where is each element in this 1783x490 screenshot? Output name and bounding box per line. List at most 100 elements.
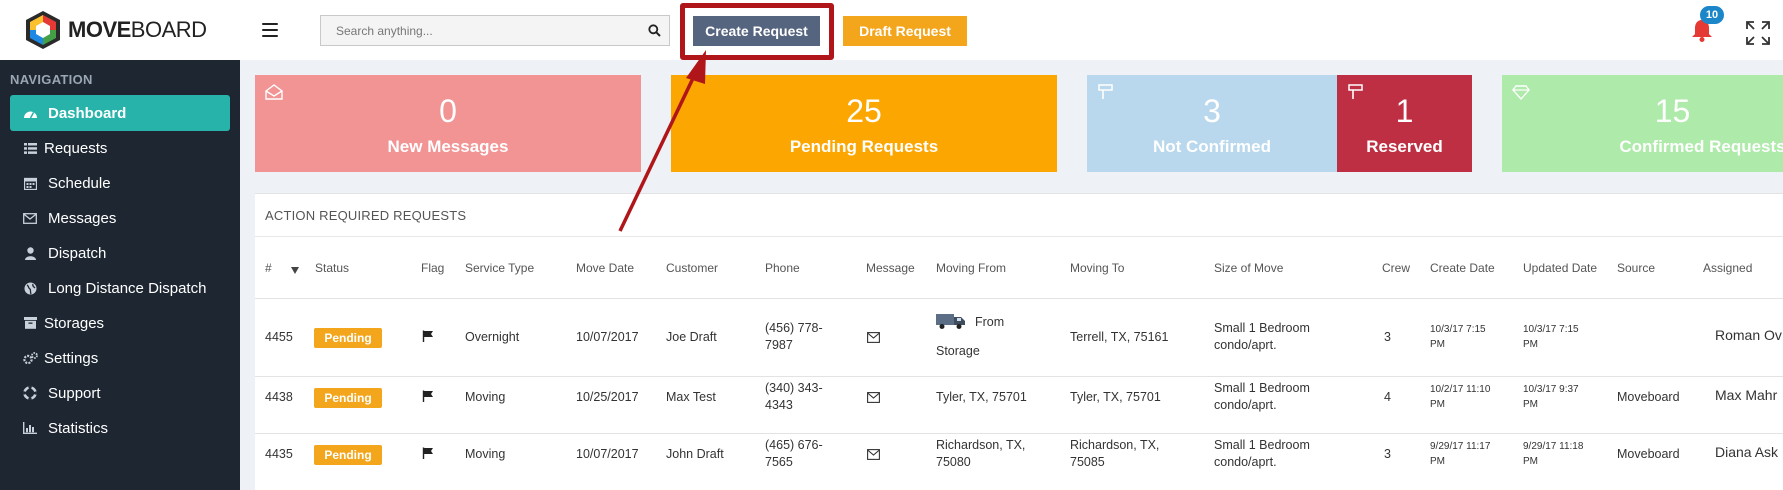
column-header-service-type[interactable]: Service Type <box>465 261 534 275</box>
tile-value: 3 <box>1203 93 1221 129</box>
envelope-icon[interactable] <box>867 392 880 403</box>
request-number[interactable]: 4435 <box>265 446 293 463</box>
column-header-flag[interactable]: Flag <box>421 261 444 275</box>
dashboard-icon <box>22 105 38 121</box>
column-header-number[interactable]: # <box>265 261 272 275</box>
panel-title: ACTION REQUIRED REQUESTS <box>265 208 467 223</box>
calendar-icon <box>22 175 38 191</box>
menu-toggle-icon[interactable] <box>262 23 278 37</box>
moving-to: Tyler, TX, 75701 <box>1070 390 1161 404</box>
updated-date: 10/3/17 9:37 PM <box>1523 384 1579 410</box>
truck-icon <box>936 314 965 329</box>
tile-label: New Messages <box>387 137 509 156</box>
sidebar-item-label: Support <box>48 384 101 402</box>
create-date: 9/29/17 11:17 PM <box>1430 441 1491 467</box>
draft-request-button[interactable]: Draft Request <box>843 16 967 46</box>
column-header-message[interactable]: Message <box>866 261 915 275</box>
bar-chart-icon <box>22 420 38 436</box>
tile-label: Confirmed Requests <box>1619 137 1783 156</box>
sidebar-item-settings[interactable]: Settings <box>10 340 230 376</box>
service-type: Moving <box>465 390 506 404</box>
column-header-phone[interactable]: Phone <box>765 261 800 275</box>
column-header-move-date[interactable]: Move Date <box>576 261 634 275</box>
top-bar: MOVEBOARD Create Request Draft Request 1… <box>0 0 1783 60</box>
sidebar-item-long-distance-dispatch[interactable]: Long Distance Dispatch <box>10 270 230 306</box>
sidebar-item-label: Dashboard <box>48 104 127 122</box>
column-header-customer[interactable]: Customer <box>666 261 718 275</box>
gears-icon <box>22 350 38 366</box>
sidebar-item-label: Requests <box>44 139 108 157</box>
crew-count: 3 <box>1384 330 1391 344</box>
column-header-moving-from[interactable]: Moving From <box>936 261 1006 275</box>
phone-number: (465) 676- 7565 <box>765 438 823 469</box>
column-header-crew[interactable]: Crew <box>1382 261 1410 275</box>
tile-label: Pending Requests <box>789 137 939 156</box>
status-badge: Pending <box>314 388 382 408</box>
envelope-icon[interactable] <box>867 449 880 460</box>
fullscreen-icon[interactable] <box>1745 20 1771 46</box>
sidebar-item-requests[interactable]: Requests <box>10 130 230 166</box>
sidebar-item-schedule[interactable]: Schedule <box>10 165 230 201</box>
flag-icon[interactable] <box>422 447 434 459</box>
status-badge: Pending <box>314 328 382 348</box>
column-header-assigned[interactable]: Assigned <box>1703 261 1752 275</box>
assigned-user[interactable]: Diana Ask <box>1715 444 1778 461</box>
create-request-button[interactable]: Create Request <box>693 16 820 46</box>
search-input[interactable] <box>321 16 639 45</box>
sidebar-item-support[interactable]: Support <box>10 375 230 411</box>
sidebar-item-label: Schedule <box>48 174 111 192</box>
service-type: Moving <box>465 447 506 461</box>
source: Moveboard <box>1617 447 1680 461</box>
customer-name: John Draft <box>666 447 724 461</box>
request-number[interactable]: 4438 <box>265 389 293 406</box>
sidebar-item-label: Long Distance Dispatch <box>48 279 207 297</box>
tile-not-confirmed[interactable]: 3 Not Confirmed <box>1087 75 1337 172</box>
hexagon-logo-icon <box>26 11 60 49</box>
sidebar-item-label: Settings <box>44 349 99 367</box>
column-header-moving-to[interactable]: Moving To <box>1070 261 1124 275</box>
moving-to: Richardson, TX, 75085 <box>1070 438 1160 469</box>
action-required-panel: ACTION REQUIRED REQUESTS # Status Flag S… <box>255 193 1783 490</box>
moving-from: From <box>975 315 1005 329</box>
move-date: 10/07/2017 <box>576 330 639 344</box>
tile-new-messages[interactable]: 0 New Messages <box>255 75 641 172</box>
search-box <box>320 15 670 46</box>
notification-count-badge: 10 <box>1700 6 1724 24</box>
customer-name: Max Test <box>666 390 716 404</box>
customer-name: Joe Draft <box>666 330 717 344</box>
flag-icon[interactable] <box>422 390 434 402</box>
column-header-updated-date[interactable]: Updated Date <box>1523 261 1597 275</box>
assigned-user[interactable]: Max Mahr <box>1715 387 1777 404</box>
crew-count: 4 <box>1384 390 1391 404</box>
assigned-user[interactable]: Roman Ov <box>1715 327 1782 344</box>
column-header-create-date[interactable]: Create Date <box>1430 261 1495 275</box>
sidebar-item-dispatch[interactable]: Dispatch <box>10 235 230 271</box>
envelope-icon[interactable] <box>867 332 880 343</box>
column-header-status[interactable]: Status <box>315 261 349 275</box>
tile-label: Reserved <box>1366 137 1443 156</box>
column-header-size-of-move[interactable]: Size of Move <box>1214 261 1283 275</box>
archive-icon <box>22 315 38 331</box>
sidebar-item-dashboard[interactable]: Dashboard <box>10 95 230 131</box>
sidebar: NAVIGATION Dashboard Requests Schedule M… <box>0 60 240 490</box>
user-icon <box>22 245 38 261</box>
tile-value: 1 <box>1395 93 1414 129</box>
column-header-source[interactable]: Source <box>1617 261 1655 275</box>
lifebuoy-icon <box>22 385 38 401</box>
tile-confirmed-requests[interactable]: 15 Confirmed Requests <box>1502 75 1783 172</box>
sort-down-icon[interactable] <box>291 267 299 274</box>
request-number[interactable]: 4455 <box>265 329 293 346</box>
moveboard-logo[interactable]: MOVEBOARD <box>22 10 242 50</box>
crew-count: 3 <box>1384 447 1391 461</box>
phone-number: (340) 343- 4343 <box>765 381 823 412</box>
sidebar-item-storages[interactable]: Storages <box>10 305 230 341</box>
moving-to: Terrell, TX, 75161 <box>1070 330 1169 344</box>
tile-pending-requests[interactable]: 25 Pending Requests <box>671 75 1057 172</box>
globe-icon <box>22 280 38 296</box>
tile-reserved[interactable]: 1 Reserved <box>1337 75 1472 172</box>
flag-icon[interactable] <box>422 330 434 342</box>
search-icon[interactable] <box>639 16 669 45</box>
create-date: 10/3/17 7:15 PM <box>1430 324 1486 350</box>
sidebar-item-statistics[interactable]: Statistics <box>10 410 230 446</box>
sidebar-item-messages[interactable]: Messages <box>10 200 230 236</box>
